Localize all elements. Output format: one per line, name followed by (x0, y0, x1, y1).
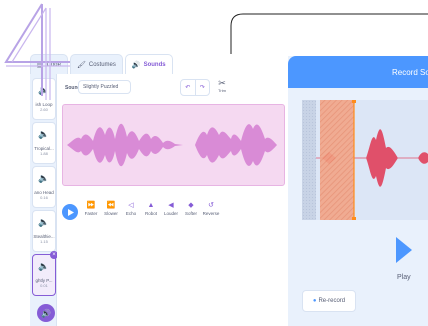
recorded-waveform-graphic (302, 99, 428, 221)
tab-code[interactable]: ▤ Code (30, 54, 68, 74)
sound-name-input[interactable]: Slightly Puzzled (78, 80, 131, 94)
code-icon: ▤ (37, 61, 44, 69)
sound-tile-duration: 1.15 (40, 239, 48, 244)
sound-tile-selected[interactable]: × 🔈 ghtly P... 0.01 (32, 251, 58, 296)
recorded-waveform[interactable] (302, 99, 428, 221)
choose-sound-button[interactable]: 🔊 (37, 304, 55, 322)
rerecord-icon: ● (312, 298, 317, 304)
sound-tile-duration: 1.88 (40, 151, 48, 156)
costumes-icon: 🖌 (76, 61, 86, 69)
effect-echo-button[interactable]: ◁ Echo (121, 200, 141, 216)
effect-slower-button[interactable]: ⏪ Slower (101, 200, 121, 216)
effects-toolbar: ⏩ Faster ⏪ Slower ◁ Echo ▲ Robot ◀ Loude… (81, 200, 221, 216)
effect-label: Robot (144, 211, 157, 216)
trim-label: Trim (218, 88, 226, 93)
scissors-icon: ✂ (218, 78, 226, 88)
effect-softer-button[interactable]: ◆ Softer (181, 200, 201, 216)
record-sound-panel: Record So Play ● Re-record (288, 56, 428, 326)
reverse-icon: ↺ (208, 202, 214, 209)
sounds-icon: 🔊 (131, 61, 141, 69)
effect-label: Slower (104, 211, 118, 216)
tab-sounds-label: Sounds (143, 61, 166, 68)
redo-button[interactable]: ↷ (194, 80, 210, 95)
sound-tile-duration: 0.16 (40, 195, 48, 200)
undo-icon: ↶ (185, 85, 191, 91)
slower-icon: ⏪ (106, 202, 116, 209)
sound-list: 🔈 ish Loop 2.60 🔈 Tropical... 1.88 🔈 ano… (30, 74, 58, 326)
undo-redo-group: ↶ ↷ (180, 79, 210, 96)
faster-icon: ⏩ (86, 202, 96, 209)
callout-line (230, 13, 428, 54)
effect-robot-button[interactable]: ▲ Robot (141, 200, 161, 216)
trim-button[interactable]: ✂ Trim (215, 78, 229, 93)
tab-costumes[interactable]: 🖌 Costumes (69, 54, 123, 74)
effect-label: Faster (84, 211, 98, 216)
waveform-area[interactable] (62, 104, 285, 186)
play-icon (67, 208, 74, 216)
effect-louder-button[interactable]: ◀ Louder (161, 200, 181, 216)
editor-tabs: ▤ Code 🖌 Costumes 🔊 Sounds (30, 54, 173, 74)
speaker-icon: 🔈 (38, 85, 50, 95)
robot-icon: ▲ (147, 202, 155, 209)
play-recording-button[interactable] (396, 237, 412, 263)
speaker-icon: 🔈 (38, 261, 50, 271)
effect-label: Louder (163, 211, 178, 216)
effect-label: Echo (125, 211, 137, 216)
sound-tile[interactable]: 🔈 Tropical... 1.88 (32, 122, 56, 164)
louder-icon: ◀ (168, 202, 174, 209)
speaker-icon: 🔈 (38, 217, 50, 227)
play-sound-button[interactable] (62, 204, 78, 220)
choose-sound-icon: 🔊 (41, 308, 51, 318)
rerecord-label: Re-record (318, 298, 346, 304)
effect-reverse-button[interactable]: ↺ Reverse (201, 200, 221, 216)
effect-label: Softer (184, 211, 197, 216)
sound-tile-duration: 2.60 (40, 107, 48, 112)
speaker-icon: 🔈 (38, 129, 50, 139)
record-panel-title: Record So (392, 68, 428, 77)
sound-tile[interactable]: 🔈 Stealthie... 1.15 (32, 210, 56, 252)
play-label: Play (397, 274, 411, 281)
sound-tile[interactable]: 🔈 ano Head 0.16 (32, 166, 56, 208)
sound-tile[interactable]: 🔈 ish Loop 2.60 (32, 78, 56, 120)
undo-button[interactable]: ↶ (181, 80, 195, 95)
rerecord-button[interactable]: ● Re-record (302, 290, 356, 312)
tab-code-label: Code (46, 61, 61, 68)
tab-sounds[interactable]: 🔊 Sounds (124, 54, 173, 74)
sound-editor: Sound Slightly Puzzled ↶ ↷ ✂ Trim ⏩ Fast… (57, 74, 285, 326)
tab-costumes-label: Costumes (88, 61, 116, 68)
effect-label: Reverse (202, 211, 220, 216)
speaker-icon: 🔈 (38, 173, 50, 183)
effect-faster-button[interactable]: ⏩ Faster (81, 200, 101, 216)
sound-tile-duration: 0.01 (40, 283, 48, 288)
echo-icon: ◁ (128, 202, 134, 209)
waveform (67, 123, 277, 167)
redo-icon: ↷ (199, 85, 205, 91)
softer-icon: ◆ (188, 202, 194, 209)
